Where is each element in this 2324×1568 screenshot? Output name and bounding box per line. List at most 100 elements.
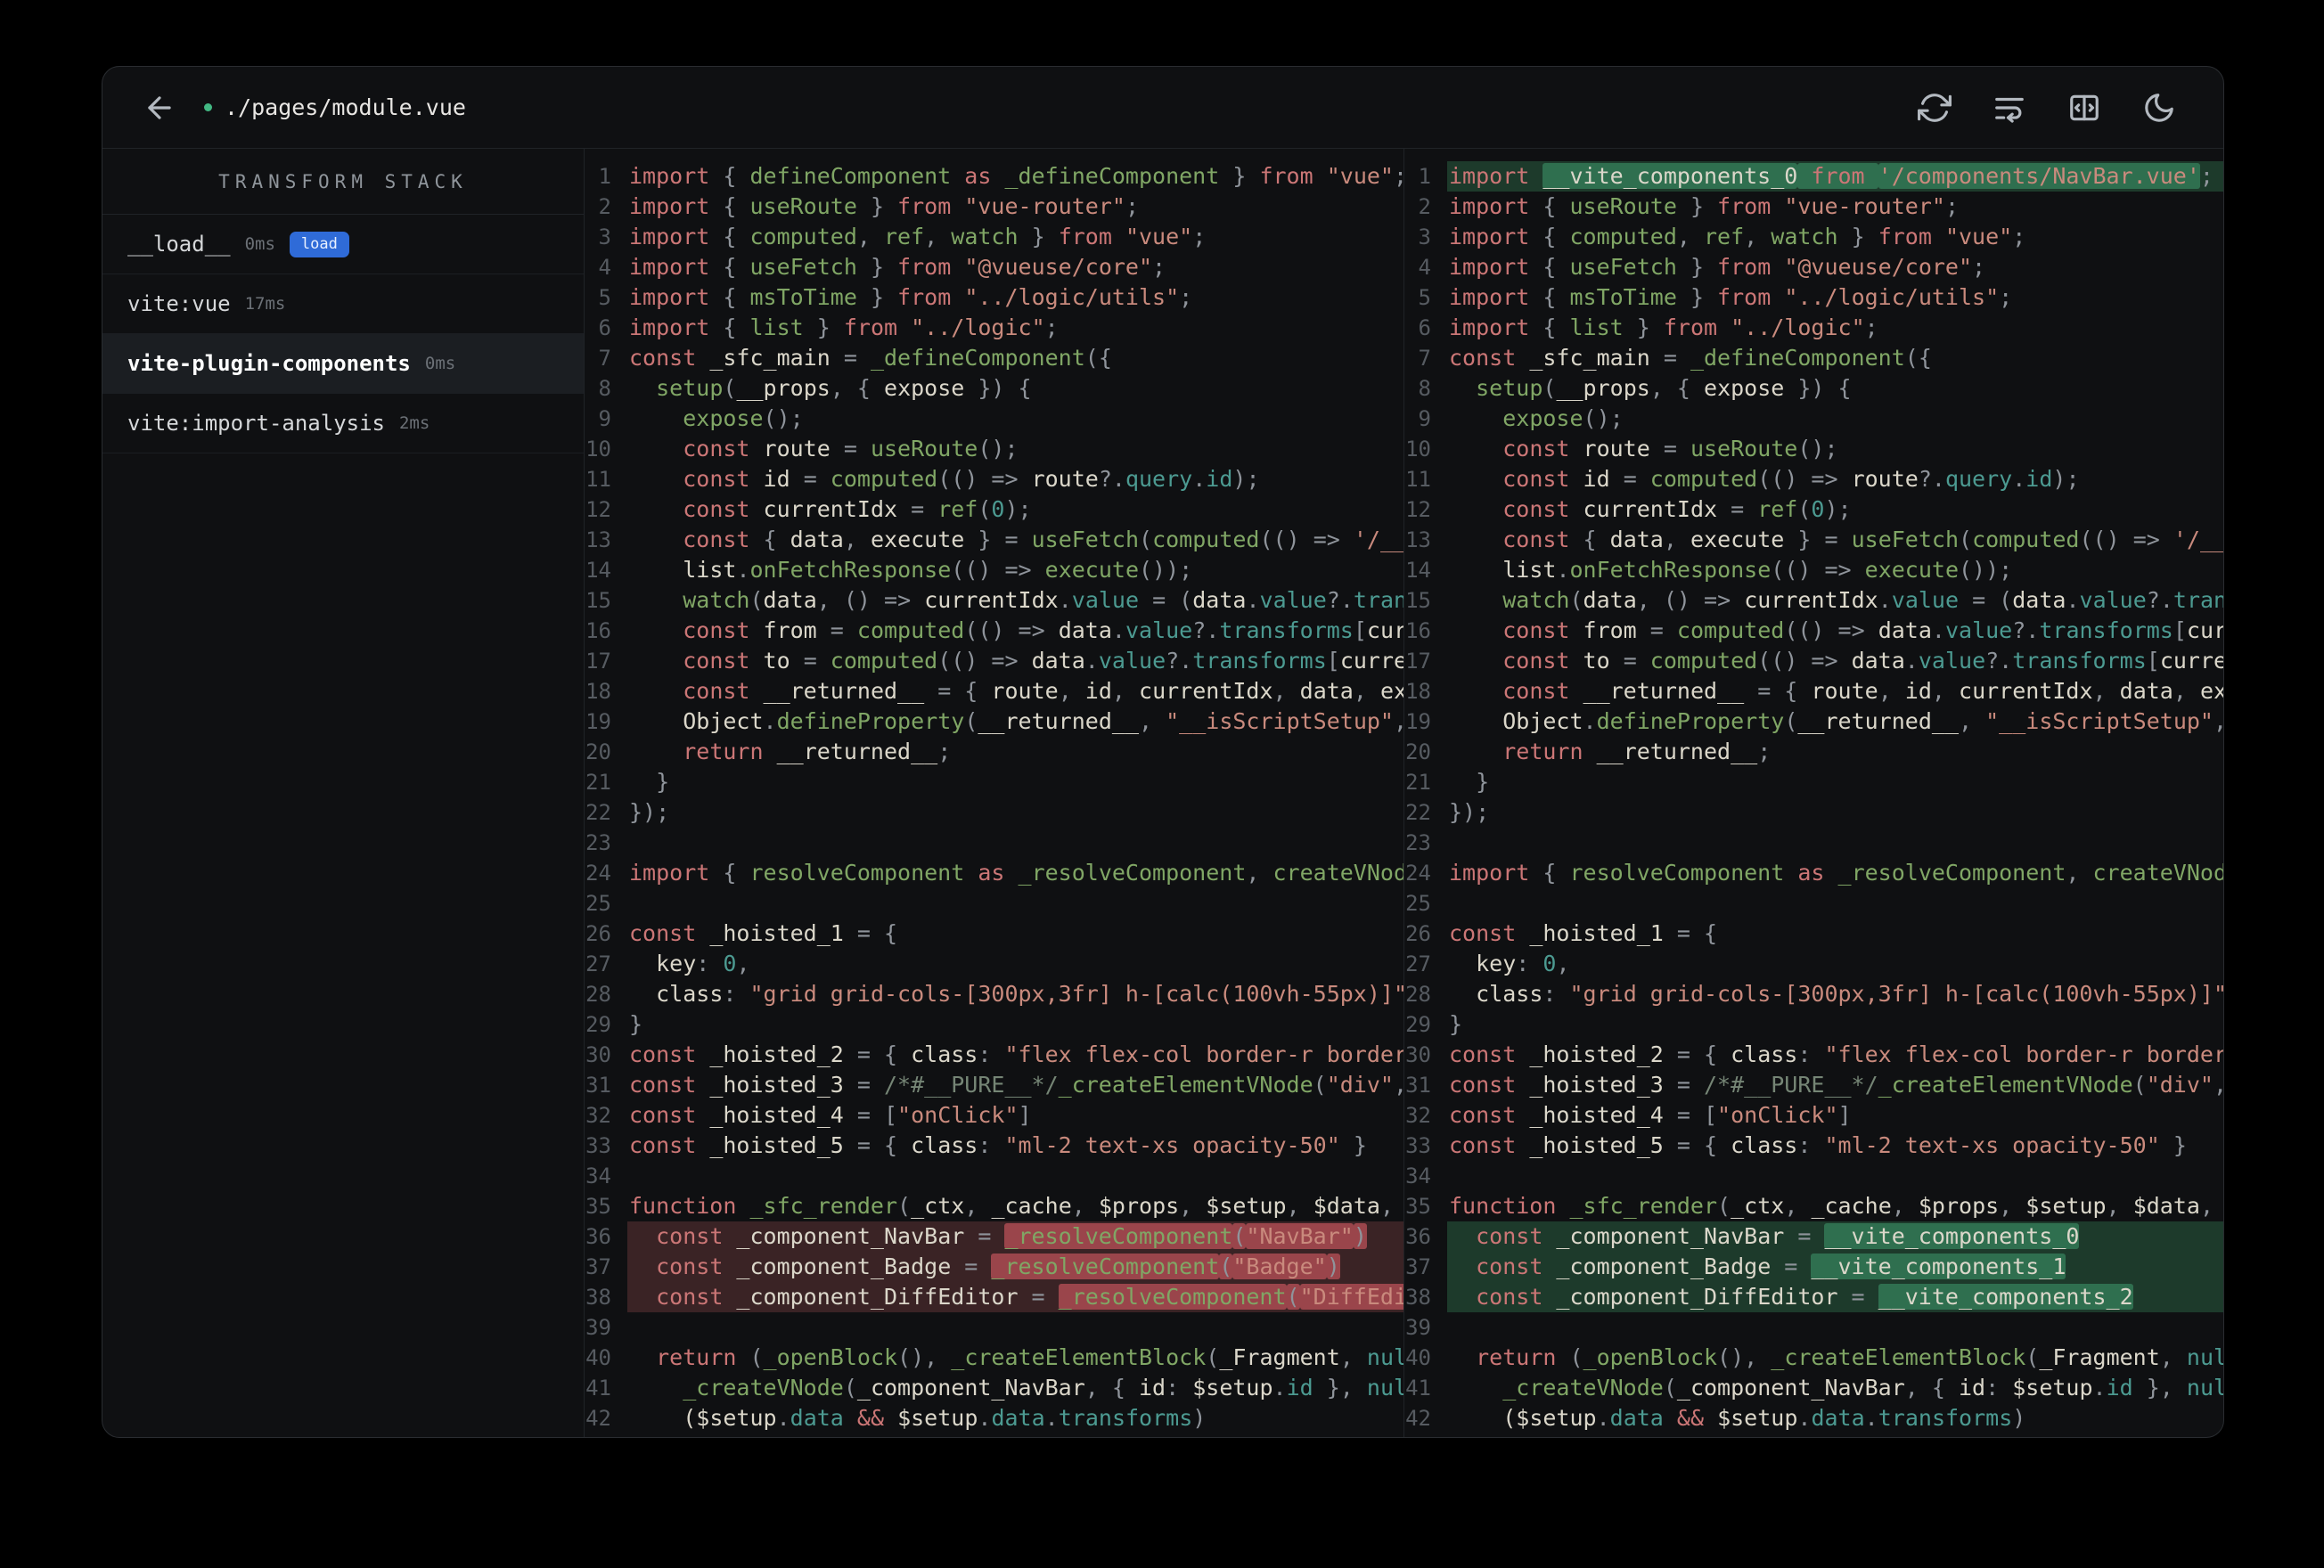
- code-line: 10 const route = useRoute();: [1404, 434, 2223, 464]
- code-token: const: [1502, 648, 1583, 674]
- code-token: query: [1944, 466, 2013, 492]
- code-text: const _hoisted_3 = /*#__PURE__*/_createE…: [627, 1070, 1403, 1100]
- code-token: :: [1543, 981, 1570, 1007]
- code-token: transforms: [1878, 1405, 2013, 1431]
- code-token: _cache: [1811, 1193, 1892, 1219]
- code-token: }: [856, 284, 898, 310]
- code-token: ): [2012, 1405, 2026, 1431]
- code-token: $data: [1313, 1193, 1380, 1219]
- code-token: .: [1864, 1405, 1878, 1431]
- line-number: 3: [1418, 225, 1431, 249]
- code-text: key: 0,: [1447, 949, 2223, 979]
- code-token: __returned__: [763, 678, 925, 704]
- code-token: (() =>: [1757, 648, 1852, 674]
- code-token: {: [1543, 314, 1570, 340]
- code-token: computed: [830, 466, 938, 492]
- code-token: ?.: [1918, 466, 1945, 492]
- code-line: 6 import { list } from "../logic";: [585, 313, 1403, 343]
- original-code-pane[interactable]: 1 import { defineComponent as _defineComp…: [585, 149, 1403, 1437]
- code-token: _component_Badge: [736, 1254, 952, 1279]
- code-token: data: [2012, 587, 2066, 613]
- code-text: const currentIdx = ref(0);: [1447, 494, 2223, 525]
- refresh-button[interactable]: [1910, 85, 1960, 131]
- transform-stack-list: __load__ 0ms load vite:vue 17ms vite-plugin-c…: [102, 215, 584, 453]
- transform-stack-item-vite-vue[interactable]: vite:vue 17ms: [102, 274, 584, 334]
- code-token: const: [1476, 1254, 1557, 1279]
- line-number: 1: [1418, 164, 1431, 189]
- code-token: ;: [1394, 163, 1403, 189]
- code-token: route: [1031, 466, 1099, 492]
- code-token: currentIdx: [763, 496, 898, 522]
- line-number: 36: [1405, 1224, 1431, 1249]
- line-number: 19: [585, 709, 611, 734]
- line-number: 21: [1405, 770, 1431, 795]
- code-token: ,: [1878, 678, 1905, 704]
- line-number: 2: [1418, 194, 1431, 219]
- code-token: ;: [1972, 254, 1986, 280]
- transform-stack-item-vite-plugin-components[interactable]: vite-plugin-components 0ms: [102, 334, 584, 394]
- code-token: 0: [723, 951, 737, 976]
- code-token: =: [830, 436, 871, 461]
- code-token: const: [1502, 466, 1583, 492]
- code-token: ,: [964, 1193, 992, 1219]
- code-token: .: [776, 1405, 790, 1431]
- code-token: computed: [856, 617, 965, 643]
- code-token: _sfc_main: [1529, 345, 1650, 371]
- code-line: 25: [585, 888, 1403, 919]
- code-text: const _component_Badge = __vite_componen…: [1447, 1252, 2223, 1282]
- code-token: =: [790, 466, 831, 492]
- line-number: 27: [1405, 951, 1431, 976]
- line-number: 38: [585, 1285, 611, 1310]
- code-token: const: [1502, 436, 1583, 461]
- wrap-lines-button[interactable]: [1984, 85, 2034, 131]
- code-text: class: "grid grid-cols-[300px,3fr] h-[ca…: [627, 979, 1403, 1009]
- code-token: /*#__PURE__*/: [1703, 1072, 1878, 1098]
- code-token: =: [1018, 1284, 1059, 1310]
- code-token: }: [803, 314, 844, 340]
- code-token: _hoisted_5: [1529, 1132, 1664, 1158]
- code-token: .: [1556, 557, 1570, 583]
- code-text: const _hoisted_1 = {: [627, 919, 1403, 949]
- code-token: list: [1502, 557, 1557, 583]
- line-number: 40: [1405, 1345, 1431, 1370]
- code-token: (() =>: [1771, 557, 1865, 583]
- line-number: 35: [1405, 1194, 1431, 1219]
- code-line: 13 const { data, execute } = useFetch(co…: [1404, 525, 2223, 555]
- code-token: id: [2025, 466, 2053, 492]
- code-text: const _hoisted_4 = ["onClick"]: [627, 1100, 1403, 1131]
- code-token: _createVNode: [683, 1375, 844, 1401]
- code-token: _ctx: [1731, 1193, 1785, 1219]
- dark-mode-button[interactable]: [2134, 85, 2184, 131]
- code-token: id: [1904, 678, 1932, 704]
- transform-stack-item-vite-import-analysis[interactable]: vite:import-analysis 2ms: [102, 394, 584, 453]
- code-token: =: [1717, 496, 1758, 522]
- code-token: key: [1476, 951, 1517, 976]
- transform-stack-item-load[interactable]: __load__ 0ms load: [102, 215, 584, 274]
- code-token: _hoisted_3: [709, 1072, 844, 1098]
- line-number: 29: [1405, 1012, 1431, 1037]
- code-token: .: [1044, 1405, 1059, 1431]
- code-text: expose();: [627, 404, 1403, 434]
- code-line: 28 class: "grid grid-cols-[300px,3fr] h-…: [585, 979, 1403, 1009]
- code-token: as: [951, 163, 1005, 189]
- code-token: route: [1851, 466, 1919, 492]
- code-token: _defineComponent: [1004, 163, 1220, 189]
- code-token: setup: [1476, 375, 1543, 401]
- transformed-code-pane[interactable]: 1 import __vite_components_0 from '/compo…: [1403, 149, 2223, 1437]
- code-text: import { useRoute } from "vue-router";: [1447, 192, 2223, 222]
- code-token: ,: [1959, 708, 1986, 734]
- code-token: }: [1449, 1011, 1463, 1037]
- split-view-button[interactable]: [2059, 85, 2109, 131]
- code-token: to: [763, 648, 790, 674]
- code-token: ;: [2012, 224, 2026, 249]
- code-token: ,: [2214, 1072, 2223, 1098]
- code-token: "onClick": [897, 1102, 1019, 1128]
- code-token: transforms: [2173, 587, 2223, 613]
- code-text: _createVNode(_component_NavBar, { id: $s…: [627, 1373, 1403, 1403]
- code-token: const: [1502, 617, 1583, 643]
- back-button[interactable]: [135, 85, 184, 131]
- code-token: , {: [1904, 1375, 1959, 1401]
- line-number: 35: [585, 1194, 611, 1219]
